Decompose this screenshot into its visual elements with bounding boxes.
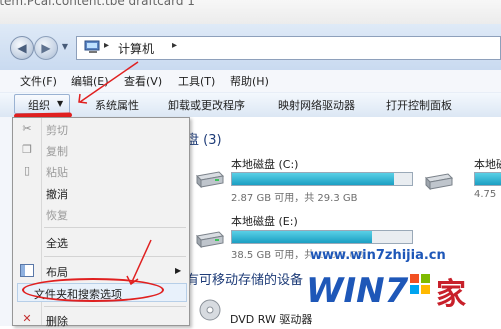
watermark-url: www.win7zhijia.cn <box>310 248 446 263</box>
svg-text:WIN7: WIN7 <box>306 271 409 311</box>
win7-logo-watermark: WIN7 家 <box>305 270 467 312</box>
annotation-arrow <box>78 61 139 104</box>
svg-text:家: 家 <box>436 277 466 312</box>
annotation-arrow <box>126 239 152 286</box>
